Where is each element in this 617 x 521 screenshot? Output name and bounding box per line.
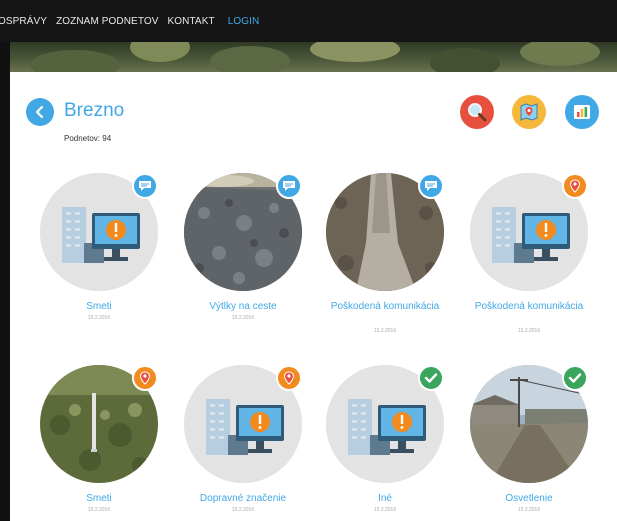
nav-item-spravy[interactable]: OSPRÁVY — [0, 16, 47, 27]
card-title[interactable]: Iné — [310, 493, 460, 505]
page-title: Brezno — [64, 100, 125, 121]
card-date: 15.2.2016 — [87, 507, 111, 513]
location-icon — [569, 179, 581, 193]
location-icon — [139, 371, 151, 385]
card-date: 15.2.2016 — [373, 507, 397, 513]
status-badge — [562, 173, 588, 199]
comment-icon — [139, 181, 151, 191]
card-title[interactable]: Výtlky na ceste — [168, 301, 318, 313]
search-icon — [468, 103, 487, 122]
status-badge — [132, 365, 158, 391]
map-icon — [520, 103, 538, 121]
status-badge — [418, 173, 444, 199]
comment-icon — [283, 181, 295, 191]
card-date: 15.2.2016 — [231, 315, 255, 321]
check-icon — [568, 373, 582, 383]
check-icon — [424, 373, 438, 383]
location-icon — [283, 371, 295, 385]
status-badge — [418, 365, 444, 391]
card-date: 15.2.2016 — [373, 328, 397, 334]
card-title[interactable]: Osvetlenie — [454, 493, 604, 505]
nav-item-kontakt[interactable]: KONTAKT — [168, 16, 215, 27]
card-date: 15.2.2016 — [87, 315, 111, 321]
card-date: 15.2.2016 — [517, 328, 541, 334]
card-title[interactable]: Dopravné značenie — [168, 493, 318, 505]
top-nav: OSPRÁVY ZOZNAM PODNETOV KONTAKT LOGIN — [0, 0, 617, 42]
card-title[interactable]: Poškodená komunikácia — [310, 301, 460, 313]
nav-item-login[interactable]: LOGIN — [228, 16, 260, 27]
card-title[interactable]: Smeti — [24, 301, 174, 313]
status-badge — [276, 173, 302, 199]
card-date: 15.2.2016 — [231, 507, 255, 513]
status-badge — [562, 365, 588, 391]
search-button[interactable] — [460, 95, 494, 129]
nav-item-zoznam-podnetov[interactable]: ZOZNAM PODNETOV — [56, 16, 158, 27]
hero-photo-strip — [10, 42, 617, 72]
status-badge — [276, 365, 302, 391]
back-button[interactable] — [26, 98, 54, 126]
issue-count: Podnetov: 94 — [64, 134, 112, 143]
stats-button[interactable] — [565, 95, 599, 129]
page-edge — [0, 42, 10, 521]
card-title[interactable]: Poškodená komunikácia — [454, 301, 604, 313]
status-badge — [132, 173, 158, 199]
card-title[interactable]: Smeti — [24, 493, 174, 505]
chart-icon — [574, 105, 590, 119]
map-button[interactable] — [512, 95, 546, 129]
comment-icon — [425, 181, 437, 191]
card-date: 15.2.2016 — [517, 507, 541, 513]
chevron-left-icon — [35, 105, 44, 119]
